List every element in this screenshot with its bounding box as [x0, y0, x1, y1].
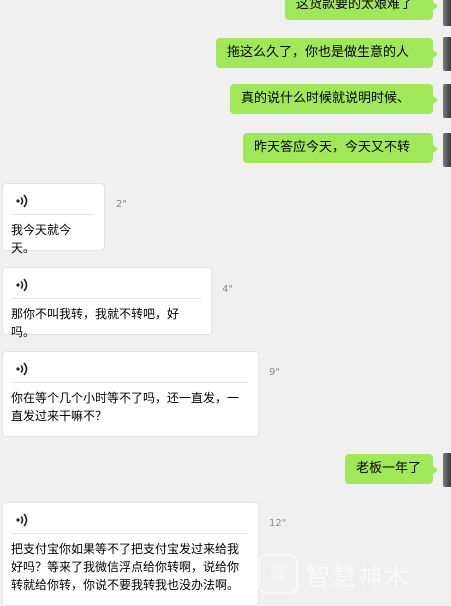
voice-message[interactable]: 我今天就今天。: [2, 183, 105, 255]
voice-icon: [16, 362, 28, 376]
voice-transcript: 你在等个几个小时等不了吗，还一直发，一直发过来干嘛不？: [11, 391, 240, 423]
voice-icon: [16, 194, 28, 208]
voice-duration: 4": [222, 284, 233, 295]
watermark-text: 智慧神木: [306, 562, 410, 591]
voice-message[interactable]: 你在等个几个小时等不了吗，还一直发，一直发过来干嘛不？: [2, 351, 259, 437]
voice-message[interactable]: 那你不叫我转，我就不转吧，好吗。: [2, 267, 212, 339]
message-text: 拖这么久了，你也是做生意的人: [227, 45, 410, 60]
message-text: 昨天答应今天，今天又不转: [254, 140, 411, 155]
outgoing-message[interactable]: 老板一年了: [345, 454, 438, 484]
avatar[interactable]: [443, 453, 451, 487]
outgoing-message[interactable]: 拖这么久了，你也是做生意的人: [216, 38, 438, 68]
outgoing-message[interactable]: 这货款要的太艰难了: [285, 0, 438, 20]
voice-transcript: 把支付宝你如果等不了把支付宝发过来给我好吗？等来了我微信浮点给你转啊，说给你转就…: [11, 542, 240, 592]
voice-duration: 2": [116, 199, 127, 210]
voice-duration: 9": [269, 367, 280, 378]
avatar[interactable]: [443, 84, 451, 118]
voice-duration: 12": [269, 518, 287, 529]
message-text: 老板一年了: [356, 461, 422, 476]
voice-icon: [16, 278, 28, 292]
watermark-logo: 智慧 神木: [258, 554, 298, 594]
message-text: 这货款要的太艰难了: [296, 0, 414, 12]
avatar[interactable]: [443, 133, 451, 167]
watermark-logo-line: 神木: [270, 574, 286, 583]
outgoing-message[interactable]: 真的说什么时候就说明时候、: [230, 84, 438, 114]
message-text: 真的说什么时候就说明时候、: [241, 91, 411, 106]
avatar[interactable]: [443, 0, 451, 26]
watermark-logo-line: 智慧: [270, 564, 286, 573]
voice-transcript: 那你不叫我转，我就不转吧，好吗。: [11, 307, 180, 339]
voice-transcript: 我今天就今天。: [11, 223, 72, 255]
divider: [11, 214, 94, 215]
divider: [11, 382, 248, 383]
voice-message[interactable]: 把支付宝你如果等不了把支付宝发过来给我好吗？等来了我微信浮点给你转啊，说给你转就…: [2, 502, 259, 606]
watermark: 智慧 神木 智慧神木: [258, 548, 451, 600]
divider: [11, 533, 248, 534]
divider: [11, 298, 201, 299]
avatar[interactable]: [443, 37, 451, 71]
outgoing-message[interactable]: 昨天答应今天，今天又不转: [243, 133, 438, 163]
voice-icon: [16, 513, 28, 527]
chat-area: 这货款要的太艰难了 拖这么久了，你也是做生意的人 真的说什么时候就说明时候、 昨…: [0, 0, 451, 606]
